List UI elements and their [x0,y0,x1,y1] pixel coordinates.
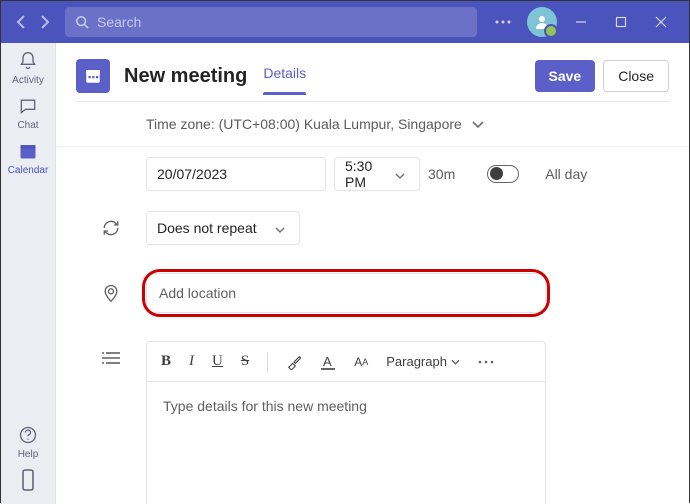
app-rail: Activity Chat Calendar Help [1,43,56,504]
font-color-button[interactable]: A [320,354,336,370]
location-icon [76,283,146,303]
rail-label: Help [18,449,39,460]
datetime-row: 20/07/2023 5:30 PM 30m All day [56,147,689,201]
chevron-down-icon [275,220,289,236]
forward-button[interactable] [33,8,57,36]
window-maximize[interactable] [601,1,641,43]
back-button[interactable] [9,8,33,36]
more-button[interactable] [483,1,523,43]
rail-help[interactable]: Help [1,417,55,462]
details-editor[interactable]: Type details for this new meeting [146,381,546,504]
search-input[interactable] [97,14,467,30]
search-box[interactable] [65,7,477,37]
duration-label: 30m [428,166,455,182]
chevron-down-icon [395,166,409,182]
avatar[interactable] [527,7,557,37]
location-input[interactable] [146,273,546,313]
repeat-row: Does not repeat [56,201,689,255]
allday-label: All day [545,166,587,182]
rail-label: Calendar [8,165,49,176]
titlebar [1,1,689,43]
strike-button[interactable]: S [241,353,249,370]
chevron-down-icon [451,359,460,365]
timezone-row[interactable]: Time zone: (UTC+08:00) Kuala Lumpur, Sin… [56,102,689,146]
highlight-button[interactable] [286,354,302,370]
calendar-icon [16,139,40,163]
location-row [56,255,689,331]
details-icon [76,341,146,365]
header-row: New meeting Details Save Close [56,43,689,101]
time-field[interactable]: 5:30 PM [334,157,420,191]
help-icon [16,423,40,447]
svg-text:A: A [323,354,332,369]
page-title: New meeting [124,65,247,88]
window-close[interactable] [641,1,681,43]
allday-toggle[interactable] [487,165,519,183]
timezone-label: Time zone: (UTC+08:00) Kuala Lumpur, Sin… [146,116,462,132]
rail-activity[interactable]: Activity [1,43,55,88]
rail-chat[interactable]: Chat [1,88,55,133]
rte-toolbar: B I U S A AA Paragraph [146,341,546,381]
rail-label: Chat [17,120,38,131]
meeting-icon [76,59,110,93]
bold-button[interactable]: B [161,353,171,370]
repeat-icon [76,219,146,237]
details-placeholder: Type details for this new meeting [163,398,367,414]
rail-label: Activity [12,75,44,86]
rail-calendar[interactable]: Calendar [1,133,55,178]
rail-device[interactable] [1,462,55,504]
device-icon [16,468,40,492]
repeat-select[interactable]: Does not repeat [146,211,300,245]
window-minimize[interactable] [561,1,601,43]
main-panel: New meeting Details Save Close Time zone… [56,43,689,504]
italic-button[interactable]: I [189,353,194,370]
close-button[interactable]: Close [603,60,669,92]
paragraph-select[interactable]: Paragraph [386,354,460,369]
bell-icon [16,49,40,73]
font-size-button[interactable]: AA [354,355,368,369]
rte-more-button[interactable] [478,360,494,364]
save-button[interactable]: Save [535,60,596,92]
underline-button[interactable]: U [212,353,223,370]
details-row: B I U S A AA Paragraph [56,331,689,504]
chat-icon [16,94,40,118]
date-value: 20/07/2023 [157,166,227,182]
chevron-down-icon [472,116,484,132]
tab-details[interactable]: Details [263,65,306,87]
repeat-value: Does not repeat [157,220,257,236]
date-field[interactable]: 20/07/2023 [146,157,326,191]
search-icon [75,15,89,29]
paragraph-label: Paragraph [386,354,447,369]
time-value: 5:30 PM [345,158,395,190]
